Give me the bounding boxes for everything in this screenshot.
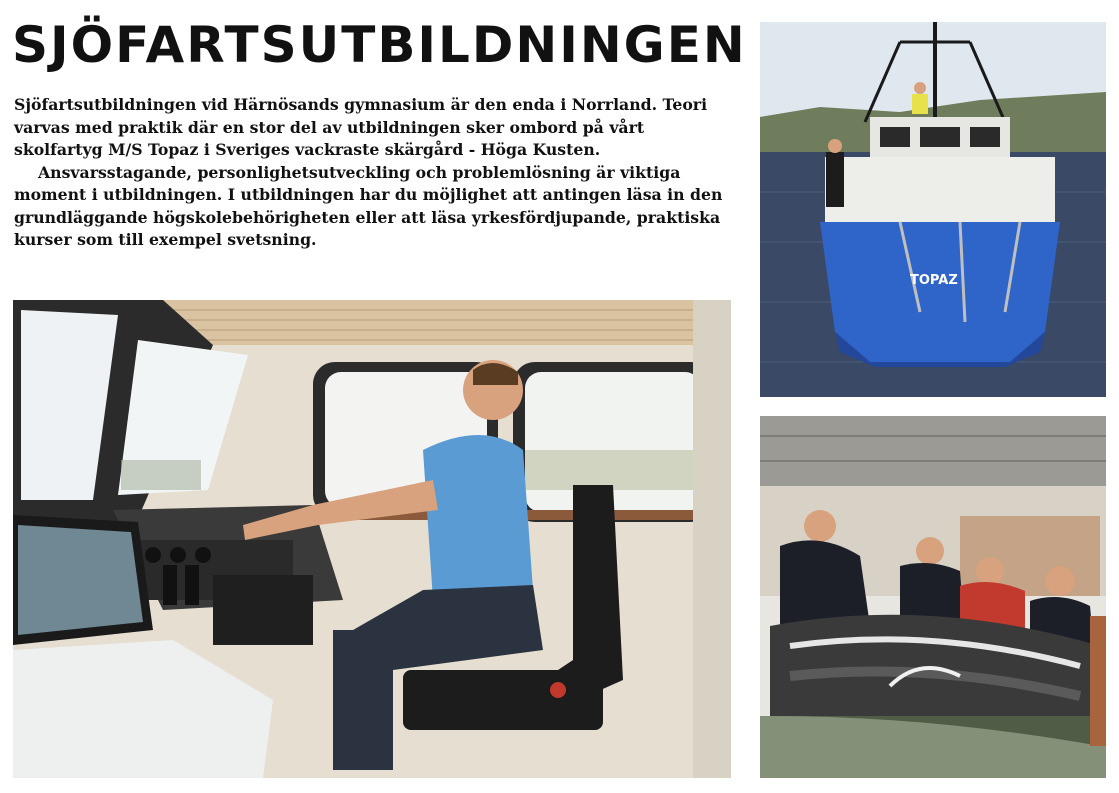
ship-topaz-photo: TOPAZ xyxy=(760,22,1106,397)
article-title: SJÖFARTSUTBILDNINGEN xyxy=(12,16,747,74)
intro-paragraph-2: Ansvarsstagande, personlighetsutveckling… xyxy=(14,162,723,250)
article-intro: Sjöfartsutbildningen vid Härnösands gymn… xyxy=(14,94,734,252)
ship-illustration: TOPAZ xyxy=(760,22,1106,397)
intro-paragraph-1: Sjöfartsutbildningen vid Härnösands gymn… xyxy=(14,95,708,159)
engine-room-illustration xyxy=(760,416,1106,778)
wheelhouse-illustration xyxy=(13,300,731,778)
wheelhouse-photo xyxy=(13,300,731,778)
engine-room-photo xyxy=(760,416,1106,778)
hull-name-label: TOPAZ xyxy=(910,273,958,288)
